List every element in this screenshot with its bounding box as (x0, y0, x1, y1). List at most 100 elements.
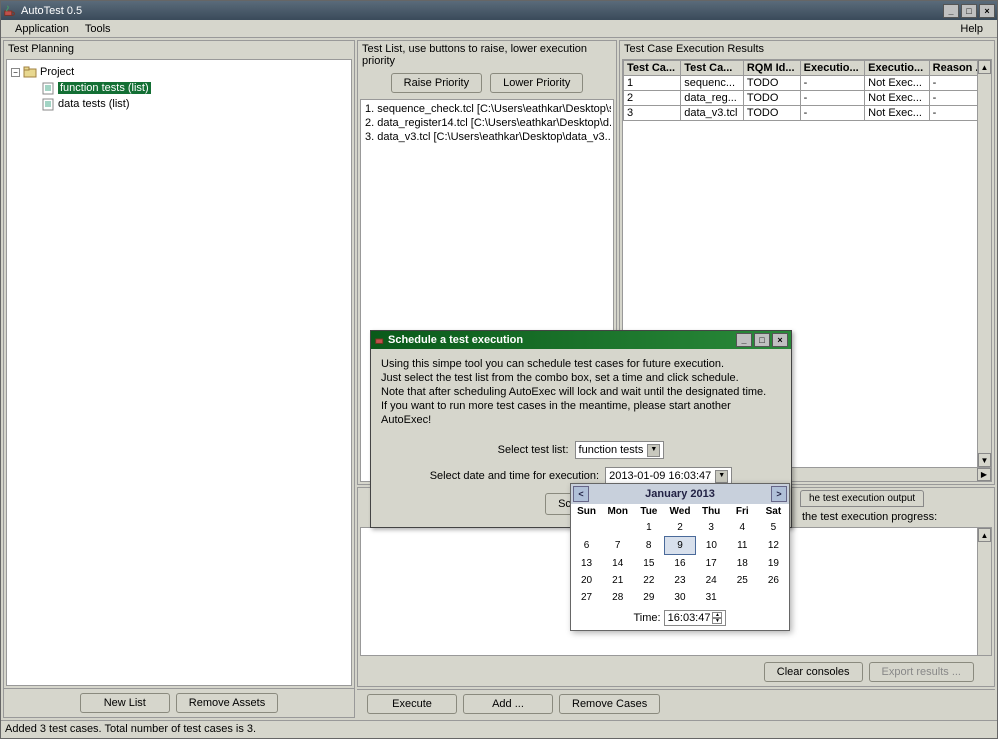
day-cell[interactable]: 20 (571, 572, 602, 589)
day-cell[interactable]: 2 (664, 519, 695, 537)
day-cell[interactable]: 25 (727, 572, 758, 589)
titlebar[interactable]: AutoTest 0.5 _ □ × (1, 1, 997, 20)
day-cell[interactable]: 24 (696, 572, 727, 589)
chevron-down-icon[interactable]: ▼ (647, 444, 660, 457)
raise-priority-button[interactable]: Raise Priority (391, 73, 482, 93)
scroll-down-icon[interactable]: ▼ (978, 453, 991, 467)
close-button[interactable]: × (979, 4, 995, 18)
day-cell-selected[interactable]: 9 (664, 537, 695, 555)
dialog-title: Schedule a test execution (388, 334, 523, 346)
col-header[interactable]: Executio... (800, 61, 864, 76)
day-cell[interactable]: 22 (633, 572, 664, 589)
scroll-up-icon[interactable]: ▲ (978, 528, 991, 542)
calendar-title: January 2013 (645, 488, 715, 500)
dialog-text: Note that after scheduling AutoExec will… (381, 385, 781, 399)
results-table[interactable]: Test Ca... Test Ca... RQM Id... Executio… (623, 60, 991, 121)
list-item[interactable]: 3. data_v3.tcl [C:\Users\eathkar\Desktop… (363, 130, 611, 144)
time-spinner[interactable]: 16:03:47 ▲ ▼ (664, 610, 727, 626)
day-cell[interactable]: 15 (633, 555, 664, 573)
java-icon (3, 4, 17, 18)
spin-down-icon[interactable]: ▼ (712, 618, 722, 624)
select-list-label: Select test list: (498, 443, 569, 457)
tree-item-data-tests[interactable]: data tests (list) (11, 96, 347, 112)
day-cell[interactable] (602, 519, 633, 537)
list-item[interactable]: 2. data_register14.tcl [C:\Users\eathkar… (363, 116, 611, 130)
combo-value: 2013-01-09 16:03:47 (609, 469, 711, 483)
chevron-down-icon[interactable]: ▼ (715, 470, 728, 483)
col-header[interactable]: Test Ca... (681, 61, 744, 76)
table-row[interactable]: 3data_v3.tclTODO-Not Exec...- (624, 106, 991, 121)
day-cell[interactable]: 29 (633, 589, 664, 606)
menu-application[interactable]: Application (7, 21, 77, 37)
day-cell[interactable]: 18 (727, 555, 758, 573)
scroll-right-icon[interactable]: ▶ (977, 468, 991, 481)
day-cell[interactable]: 14 (602, 555, 633, 573)
tab-execution-output[interactable]: he test execution output (800, 490, 924, 507)
day-cell[interactable] (758, 589, 789, 606)
day-cell[interactable]: 11 (727, 537, 758, 555)
day-cell[interactable]: 13 (571, 555, 602, 573)
dialog-text: Just select the test list from the combo… (381, 371, 781, 385)
menu-tools[interactable]: Tools (77, 21, 119, 37)
clear-consoles-button[interactable]: Clear consoles (764, 662, 863, 682)
test-list-combo[interactable]: function tests ▼ (575, 441, 665, 459)
progress-label: the test execution progress: (798, 509, 994, 525)
tree-item-function-tests[interactable]: function tests (list) (11, 80, 347, 96)
day-cell[interactable]: 3 (696, 519, 727, 537)
prev-month-button[interactable]: < (573, 486, 589, 502)
collapse-icon[interactable]: − (11, 68, 20, 77)
day-cell[interactable]: 17 (696, 555, 727, 573)
lower-priority-button[interactable]: Lower Priority (490, 73, 583, 93)
day-cell[interactable]: 1 (633, 519, 664, 537)
list-item[interactable]: 1. sequence_check.tcl [C:\Users\eathkar\… (363, 102, 611, 116)
dialog-close-button[interactable]: × (772, 333, 788, 347)
day-cell[interactable]: 31 (696, 589, 727, 606)
remove-cases-button[interactable]: Remove Cases (559, 694, 660, 714)
export-results-button[interactable]: Export results ... (869, 662, 974, 682)
scroll-up-icon[interactable]: ▲ (978, 60, 991, 74)
results-title: Test Case Execution Results (620, 41, 994, 57)
tree-item-label: function tests (list) (58, 82, 151, 94)
day-cell[interactable]: 27 (571, 589, 602, 606)
select-date-label: Select date and time for execution: (430, 469, 599, 483)
day-cell[interactable]: 7 (602, 537, 633, 555)
add-button[interactable]: Add ... (463, 694, 553, 714)
new-list-button[interactable]: New List (80, 693, 170, 713)
col-header[interactable]: Test Ca... (624, 61, 681, 76)
execute-button[interactable]: Execute (367, 694, 457, 714)
day-cell[interactable]: 19 (758, 555, 789, 573)
day-cell[interactable] (727, 589, 758, 606)
dialog-maximize-button[interactable]: □ (754, 333, 770, 347)
table-row[interactable]: 1sequenc...TODO-Not Exec...- (624, 76, 991, 91)
day-cell[interactable]: 12 (758, 537, 789, 555)
tree-root[interactable]: − Project (11, 64, 347, 80)
dialog-minimize-button[interactable]: _ (736, 333, 752, 347)
day-cell[interactable]: 10 (696, 537, 727, 555)
day-cell[interactable]: 21 (602, 572, 633, 589)
day-cell[interactable]: 16 (664, 555, 695, 573)
project-tree[interactable]: − Project function tests (list) data tes… (6, 59, 352, 686)
day-cell[interactable] (571, 519, 602, 537)
status-bar: Added 3 test cases. Total number of test… (1, 720, 997, 738)
day-cell[interactable]: 26 (758, 572, 789, 589)
col-header[interactable]: RQM Id... (743, 61, 800, 76)
maximize-button[interactable]: □ (961, 4, 977, 18)
day-cell[interactable]: 30 (664, 589, 695, 606)
col-header[interactable]: Executio... (865, 61, 929, 76)
day-cell[interactable]: 28 (602, 589, 633, 606)
menu-help[interactable]: Help (952, 21, 991, 37)
vertical-scrollbar[interactable]: ▲ (977, 528, 991, 655)
vertical-scrollbar[interactable]: ▲ ▼ (977, 60, 991, 481)
table-row[interactable]: 2data_reg...TODO-Not Exec...- (624, 91, 991, 106)
next-month-button[interactable]: > (771, 486, 787, 502)
day-cell[interactable]: 8 (633, 537, 664, 555)
day-cell[interactable]: 5 (758, 519, 789, 537)
minimize-button[interactable]: _ (943, 4, 959, 18)
day-cell[interactable]: 4 (727, 519, 758, 537)
tree-item-label: data tests (list) (58, 98, 130, 110)
day-cell[interactable]: 6 (571, 537, 602, 555)
day-cell[interactable]: 23 (664, 572, 695, 589)
dialog-titlebar[interactable]: Schedule a test execution _ □ × (371, 331, 791, 349)
folder-icon (23, 66, 37, 79)
remove-assets-button[interactable]: Remove Assets (176, 693, 278, 713)
